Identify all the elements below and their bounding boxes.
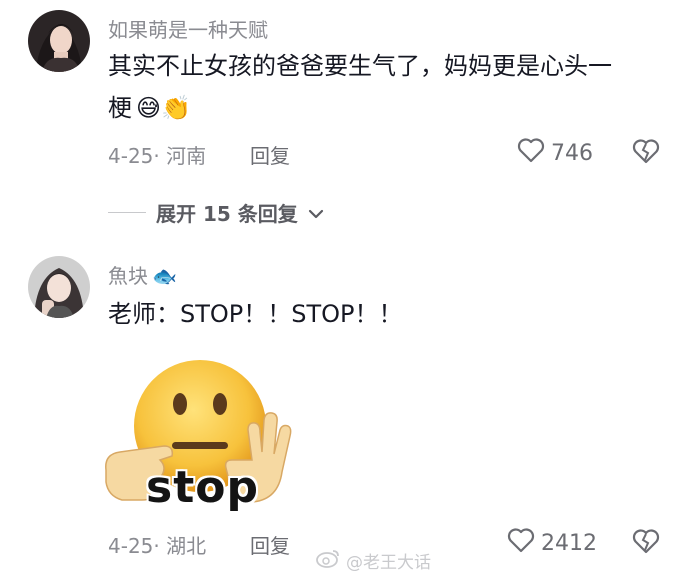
expand-replies-button[interactable]: 展开 15 条回复 <box>108 198 324 227</box>
like-count: 2412 <box>541 530 597 556</box>
date-location: 4-25· 湖北 <box>108 534 207 558</box>
avatar[interactable] <box>28 256 90 318</box>
sticker-label: stop <box>146 462 259 513</box>
avatar[interactable] <box>28 10 90 72</box>
reply-button[interactable]: 回复 <box>250 140 290 169</box>
comment-text: 老师：STOP！！STOP！！ <box>108 300 403 328</box>
like-button[interactable]: 746 <box>517 137 593 169</box>
heart-outline-icon <box>507 527 535 559</box>
username-text: 魚块 <box>108 264 148 288</box>
like-button[interactable]: 2412 <box>507 527 597 559</box>
watermark-text: @老王大话 <box>346 553 431 573</box>
sweat-smile-emoji: 😅 <box>136 94 162 122</box>
username[interactable]: 魚块 🐟 <box>108 260 177 289</box>
heart-outline-icon <box>517 137 545 169</box>
comment-2: 魚块 🐟 老师：STOP！！STOP！！ stop 4-25· 湖北 回复 24… <box>0 250 690 579</box>
like-count: 746 <box>551 140 593 166</box>
reply-button[interactable]: 回复 <box>250 530 290 559</box>
fish-emoji: 🐟 <box>152 264 177 288</box>
weibo-logo-icon <box>316 548 340 573</box>
broken-heart-icon <box>632 139 660 168</box>
username[interactable]: 如果萌是一种天赋 <box>108 14 268 43</box>
broken-heart-icon <box>632 529 660 558</box>
stop-sticker[interactable]: stop <box>102 360 292 530</box>
comment-1: 如果萌是一种天赋 其实不止女孩的爸爸要生气了，妈妈更是心头一 梗 😅👏 4-25·… <box>0 0 690 190</box>
comment-text-line: 其实不止女孩的爸爸要生气了，妈妈更是心头一 <box>108 52 612 80</box>
chevron-down-icon <box>308 201 324 225</box>
dislike-button[interactable] <box>632 138 660 168</box>
comment-text-segment: 梗 <box>108 94 132 122</box>
dislike-button[interactable] <box>632 528 660 558</box>
clapping-hands-emoji: 👏 <box>161 94 191 122</box>
comment-text: 其实不止女孩的爸爸要生气了，妈妈更是心头一 梗 😅👏 <box>108 45 678 129</box>
divider-line <box>108 212 146 213</box>
watermark: @老王大话 <box>316 548 431 573</box>
date-location: 4-25· 河南 <box>108 144 207 168</box>
comment-text-line: 梗 😅👏 <box>108 87 678 129</box>
expand-replies-label: 展开 15 条回复 <box>156 202 298 226</box>
